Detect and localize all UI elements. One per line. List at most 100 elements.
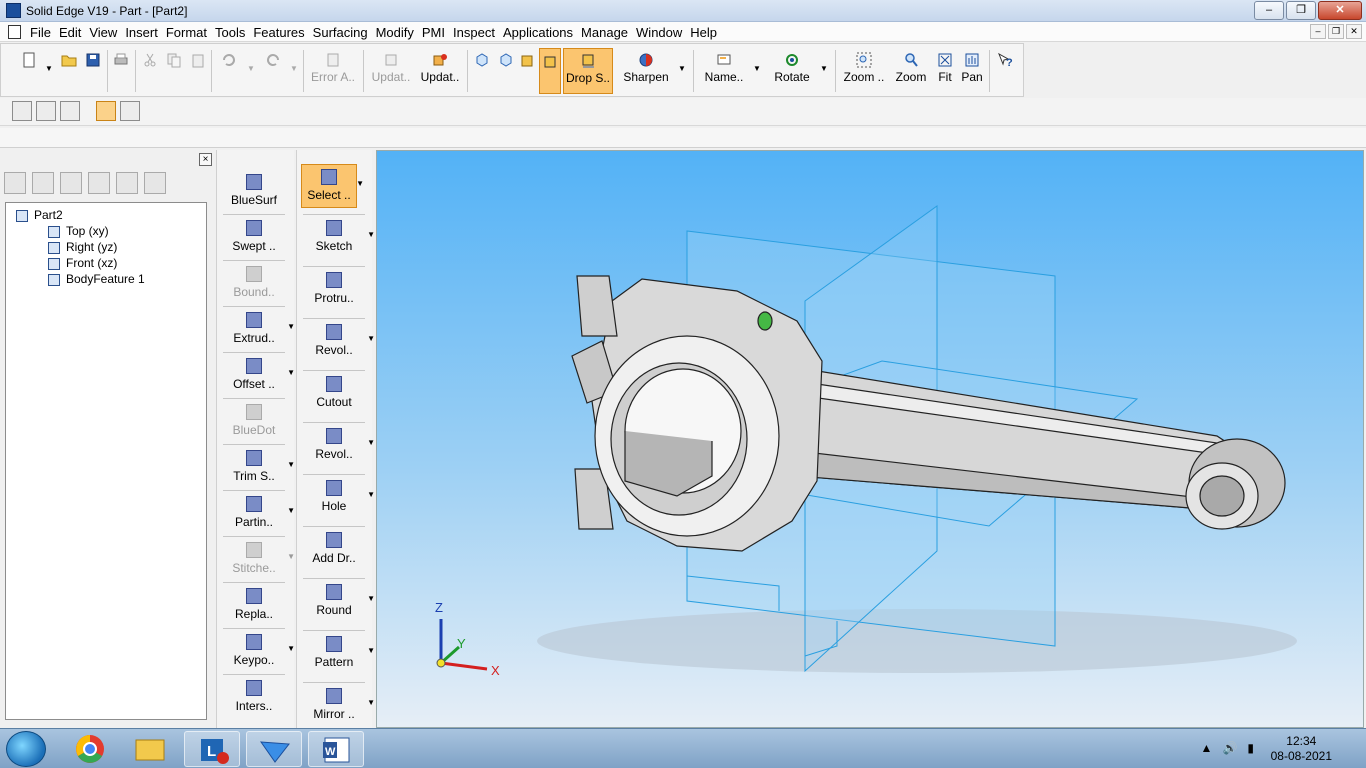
undo-dropdown-icon[interactable]: ▼: [247, 64, 255, 73]
maximize-button[interactable]: ❐: [1286, 1, 1316, 20]
chevron-down-icon[interactable]: ▼: [367, 490, 375, 499]
selection-mode-on-icon[interactable]: [96, 101, 116, 121]
chevron-down-icon[interactable]: ▼: [287, 552, 295, 561]
feature-button[interactable]: Round ▼: [301, 580, 375, 624]
feature-button[interactable]: Revol.. ▼: [301, 424, 375, 468]
3d-viewport[interactable]: Z Y X: [376, 150, 1364, 728]
selection-mode-icon[interactable]: [120, 101, 140, 121]
menu-file[interactable]: File: [30, 25, 59, 40]
feature-button[interactable]: Repla..: [221, 584, 287, 628]
view-iso-button[interactable]: [471, 48, 493, 94]
save-button[interactable]: [81, 48, 105, 94]
menu-insert[interactable]: Insert: [125, 25, 166, 40]
menu-applications[interactable]: Applications: [503, 25, 581, 40]
feature-button[interactable]: Revol.. ▼: [301, 320, 375, 364]
word-taskbar-icon[interactable]: W: [308, 731, 364, 767]
chrome-taskbar-icon[interactable]: [62, 731, 118, 767]
undo-button[interactable]: [215, 48, 243, 94]
update-button-1[interactable]: Updat..: [367, 48, 415, 94]
volume-icon[interactable]: 🔊: [1222, 741, 1237, 755]
lync-taskbar-icon[interactable]: L: [184, 731, 240, 767]
pan-button[interactable]: Pan: [959, 48, 985, 94]
feature-button[interactable]: Extrud.. ▼: [221, 308, 295, 352]
feature-button[interactable]: Swept ..: [221, 216, 287, 260]
tree-item[interactable]: BodyFeature 1: [12, 271, 206, 287]
pathfinder-tab-library-icon[interactable]: [144, 172, 166, 194]
feature-button[interactable]: Mirror .. ▼: [301, 684, 375, 728]
chevron-down-icon[interactable]: ▼: [356, 179, 364, 188]
feature-button[interactable]: Trim S.. ▼: [221, 446, 295, 490]
feature-button[interactable]: Keypo.. ▼: [221, 630, 295, 674]
chevron-down-icon[interactable]: ▼: [367, 334, 375, 343]
pathfinder-close-button[interactable]: ×: [199, 153, 212, 166]
update-button-2[interactable]: Updat..: [417, 48, 463, 94]
menu-help[interactable]: Help: [690, 25, 725, 40]
feature-button[interactable]: Protru..: [301, 268, 367, 312]
error-assistant-button[interactable]: Error A..: [307, 48, 359, 94]
shaded-button[interactable]: [517, 48, 537, 94]
menu-features[interactable]: Features: [253, 25, 312, 40]
new-dropdown-icon[interactable]: ▼: [45, 64, 53, 73]
open-button[interactable]: [57, 48, 81, 94]
start-button[interactable]: [6, 731, 46, 767]
chevron-down-icon[interactable]: ▼: [287, 460, 295, 469]
file-explorer-taskbar-icon[interactable]: [122, 731, 178, 767]
feature-button[interactable]: Stitche.. ▼: [221, 538, 295, 582]
feature-button[interactable]: Bound..: [221, 262, 287, 306]
menu-manage[interactable]: Manage: [581, 25, 636, 40]
feature-button[interactable]: Pattern ▼: [301, 632, 375, 676]
feature-button[interactable]: Partin.. ▼: [221, 492, 295, 536]
paste-button[interactable]: [187, 48, 209, 94]
chevron-down-icon[interactable]: ▼: [367, 646, 375, 655]
sharpen-button[interactable]: Sharpen: [619, 48, 673, 94]
doc-restore-button[interactable]: ❐: [1328, 24, 1344, 39]
tree-item[interactable]: Front (xz): [12, 255, 206, 271]
feature-button[interactable]: Sketch ▼: [301, 216, 375, 260]
sharpen-dropdown-icon[interactable]: ▼: [678, 64, 686, 73]
redo-dropdown-icon[interactable]: ▼: [290, 64, 298, 73]
chevron-down-icon[interactable]: ▼: [367, 230, 375, 239]
filter-icon[interactable]: [60, 101, 80, 121]
chevron-down-icon[interactable]: ▼: [367, 438, 375, 447]
chevron-down-icon[interactable]: ▼: [287, 368, 295, 377]
close-button[interactable]: ✕: [1318, 1, 1362, 20]
solid-edge-taskbar-icon[interactable]: [246, 731, 302, 767]
tree-item[interactable]: Top (xy): [12, 223, 206, 239]
feature-button[interactable]: Hole ▼: [301, 476, 375, 520]
whats-this-help-button[interactable]: ?: [993, 48, 1017, 94]
redo-button[interactable]: [259, 48, 287, 94]
feature-button[interactable]: Select .. ▼: [301, 164, 364, 208]
new-button[interactable]: [15, 48, 43, 94]
shaded-edges-button[interactable]: [539, 48, 561, 94]
show-hidden-icons-icon[interactable]: ▲: [1201, 741, 1213, 755]
menu-window[interactable]: Window: [636, 25, 690, 40]
menu-surfacing[interactable]: Surfacing: [313, 25, 376, 40]
select-tool-icon[interactable]: [12, 101, 32, 121]
minimize-button[interactable]: –: [1254, 1, 1284, 20]
menu-modify[interactable]: Modify: [376, 25, 422, 40]
zoom-area-button[interactable]: Zoom ..: [839, 48, 889, 94]
doc-close-button[interactable]: ✕: [1346, 24, 1362, 39]
pathfinder-tab-sensor-icon[interactable]: [88, 172, 110, 194]
feature-button[interactable]: Add Dr..: [301, 528, 367, 572]
pathfinder-tab-feature-icon[interactable]: [4, 172, 26, 194]
cut-button[interactable]: [139, 48, 161, 94]
copy-button[interactable]: [163, 48, 185, 94]
fit-button[interactable]: Fit: [933, 48, 957, 94]
menu-format[interactable]: Format: [166, 25, 215, 40]
tree-item[interactable]: Part2: [12, 207, 206, 223]
chevron-down-icon[interactable]: ▼: [367, 698, 375, 707]
pathfinder-tab-layers-icon[interactable]: [32, 172, 54, 194]
rotate-dropdown-icon[interactable]: ▼: [820, 64, 828, 73]
rotate-button[interactable]: Rotate: [769, 48, 815, 94]
doc-minimize-button[interactable]: –: [1310, 24, 1326, 39]
named-views-dropdown-icon[interactable]: ▼: [753, 64, 761, 73]
pathfinder-tab-family-icon[interactable]: [116, 172, 138, 194]
drop-shadow-button[interactable]: Drop S..: [563, 48, 613, 94]
document-icon[interactable]: [8, 25, 21, 39]
menu-pmi[interactable]: PMI: [422, 25, 453, 40]
system-clock[interactable]: 12:34 08-08-2021: [1271, 734, 1332, 764]
tree-item[interactable]: Right (yz): [12, 239, 206, 255]
menu-view[interactable]: View: [89, 25, 125, 40]
battery-icon[interactable]: ▮: [1247, 741, 1254, 755]
